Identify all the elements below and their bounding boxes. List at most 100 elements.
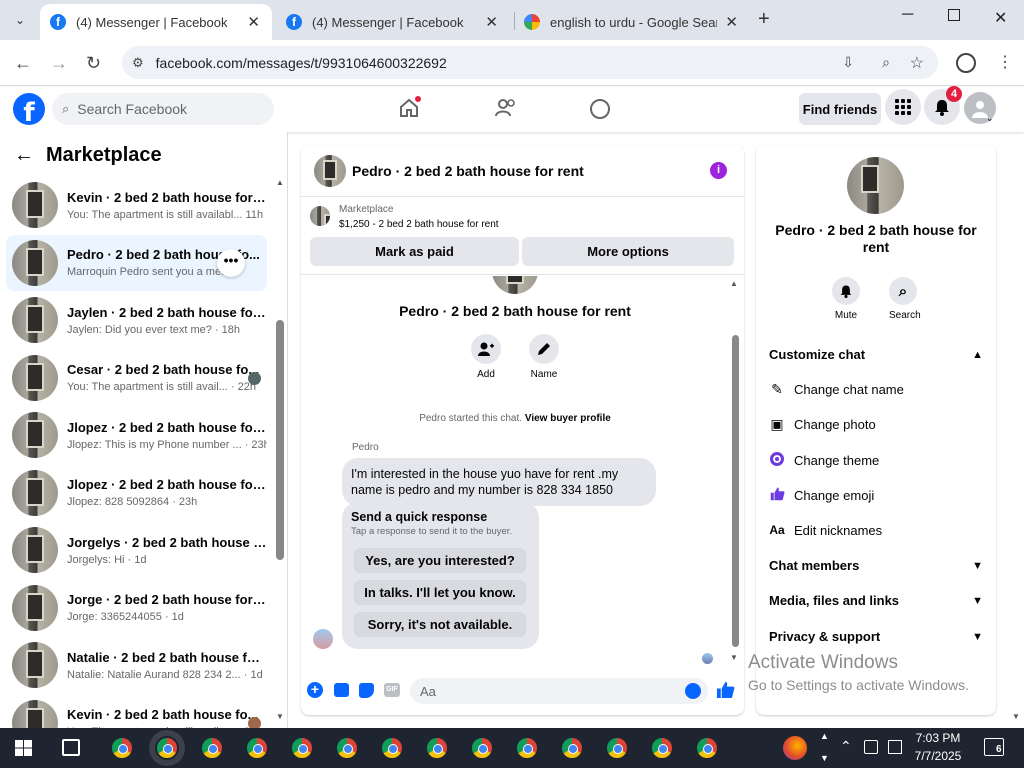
- thumbs-up-send-icon[interactable]: [716, 680, 735, 704]
- home-icon[interactable]: [398, 96, 421, 119]
- listing-thumbnail[interactable]: [314, 154, 346, 187]
- conversation-item[interactable]: Jorgelys · 2 bed 2 bath house fo... Jorge…: [6, 522, 267, 578]
- scroll-up-icon[interactable]: ▲: [276, 178, 284, 187]
- scroll-down-icon[interactable]: ▼: [276, 712, 284, 721]
- menu-grid-icon[interactable]: [885, 89, 921, 125]
- site-info-icon[interactable]: ⚙: [132, 55, 144, 71]
- menu-kebab-icon[interactable]: ⋮: [997, 52, 1013, 72]
- back-icon[interactable]: ←: [14, 53, 32, 74]
- conversation-item[interactable]: Jlopez · 2 bed 2 bath house for ... Jlope…: [6, 407, 267, 463]
- edit-nicknames-item[interactable]: Aa Edit nicknames: [768, 519, 986, 541]
- message-bubble[interactable]: I'm interested in the house yuo have for…: [342, 458, 656, 506]
- quick-reply-not-available-button[interactable]: Sorry, it's not available.: [354, 612, 526, 637]
- notification-center-icon[interactable]: 6: [984, 738, 1004, 756]
- gallery-icon[interactable]: [334, 683, 349, 697]
- media-files-section[interactable]: Media, files and links ▼: [769, 593, 983, 608]
- chrome-taskbar-icon[interactable]: [110, 736, 134, 760]
- forward-icon[interactable]: →: [50, 53, 68, 74]
- taskbar-scroll-up-icon[interactable]: ▲: [820, 731, 829, 741]
- listing-price[interactable]: $1,250 - 2 bed 2 bath house for rent: [339, 219, 499, 230]
- conversation-item[interactable]: Cesar · 2 bed 2 bath house fo... You: The…: [6, 350, 267, 406]
- sticker-icon[interactable]: [359, 683, 374, 698]
- reload-icon[interactable]: ↻: [86, 53, 101, 74]
- chat-scrollbar-thumb[interactable]: [732, 335, 739, 647]
- close-icon[interactable]: ✕: [247, 13, 260, 31]
- tab-messenger[interactable]: f (4) Messenger | Facebook ✕: [276, 4, 510, 40]
- mark-as-paid-button[interactable]: Mark as paid: [310, 237, 519, 266]
- windows-start-icon[interactable]: [15, 740, 32, 756]
- chrome-taskbar-icon[interactable]: [245, 736, 269, 760]
- scroll-up-icon[interactable]: ▲: [730, 279, 738, 288]
- network-icon[interactable]: [888, 740, 902, 754]
- notifications-bell-icon[interactable]: 4: [924, 86, 962, 125]
- conversation-item[interactable]: Jaylen · 2 bed 2 bath house for ... Jayle…: [6, 292, 267, 348]
- conversation-item[interactable]: Natalie · 2 bed 2 bath house for... Natal…: [6, 637, 267, 693]
- customize-chat-section[interactable]: Customize chat ▲: [769, 347, 983, 362]
- find-friends-button[interactable]: Find friends: [799, 93, 881, 125]
- chrome-taskbar-icon[interactable]: [650, 736, 674, 760]
- conversation-item[interactable]: Kevin · 2 bed 2 bath house for r... You: …: [6, 177, 267, 233]
- chrome-taskbar-icon[interactable]: [200, 736, 224, 760]
- mute-button[interactable]: Mute: [832, 277, 860, 321]
- add-people-button[interactable]: Add: [471, 334, 501, 380]
- emoji-icon[interactable]: [685, 683, 701, 699]
- plus-icon[interactable]: +: [307, 682, 323, 698]
- chrome-taskbar-icon[interactable]: [470, 736, 494, 760]
- task-view-icon[interactable]: [62, 739, 80, 756]
- change-chat-name-item[interactable]: ✎ Change chat name: [768, 378, 986, 400]
- facebook-logo-icon[interactable]: f: [13, 93, 45, 125]
- conversation-item[interactable]: Pedro · 2 bed 2 bath house fo... Marroqui…: [6, 234, 267, 291]
- clock-date[interactable]: 7/7/2025: [908, 749, 968, 763]
- close-icon[interactable]: ✕: [725, 13, 738, 31]
- conversation-item[interactable]: Jlopez · 2 bed 2 bath house for ... Jlope…: [6, 465, 267, 521]
- chrome-taskbar-icon[interactable]: [515, 736, 539, 760]
- chrome-taskbar-icon[interactable]: [560, 736, 584, 760]
- view-buyer-profile-link[interactable]: View buyer profile: [525, 413, 611, 424]
- more-options-icon[interactable]: •••: [217, 248, 245, 277]
- chrome-taskbar-icon[interactable]: [290, 736, 314, 760]
- taskbar-scroll-down-icon[interactable]: ▼: [820, 753, 829, 763]
- tray-chevron-icon[interactable]: ⌃: [840, 738, 852, 755]
- chrome-taskbar-icon[interactable]: [380, 736, 404, 760]
- message-input[interactable]: Aa: [410, 678, 708, 704]
- change-photo-item[interactable]: ▣ Change photo: [768, 413, 986, 435]
- bookmark-star-icon[interactable]: ☆: [910, 53, 924, 73]
- facebook-search-input[interactable]: ⌕ Search Facebook: [52, 93, 274, 125]
- conversation-item[interactable]: Kevin · 2 bed 2 bath house fo...You: The…: [6, 695, 267, 728]
- search-chat-button[interactable]: ⌕ Search: [889, 277, 921, 321]
- clock-time[interactable]: 7:03 PM: [910, 731, 966, 745]
- more-options-button[interactable]: More options: [522, 237, 734, 266]
- change-theme-item[interactable]: Change theme: [768, 449, 986, 471]
- tab-search-icon[interactable]: ⌄: [8, 9, 32, 31]
- restore-icon[interactable]: [948, 9, 960, 21]
- tray-device-icon[interactable]: [864, 740, 878, 754]
- window-close-icon[interactable]: ✕: [994, 8, 1007, 28]
- scrollbar-thumb[interactable]: [276, 320, 284, 560]
- info-icon[interactable]: i: [710, 162, 727, 179]
- zoom-icon[interactable]: ⌕: [882, 54, 890, 71]
- quick-reply-yes-button[interactable]: Yes, are you interested?: [354, 548, 526, 573]
- groups-icon[interactable]: [590, 99, 610, 119]
- chrome-taskbar-icon[interactable]: [425, 736, 449, 760]
- tab-google-search[interactable]: english to urdu - Google Search ✕: [514, 4, 750, 40]
- name-button[interactable]: Name: [529, 334, 559, 380]
- gif-icon[interactable]: GIF: [384, 683, 400, 697]
- chat-members-section[interactable]: Chat members ▼: [769, 558, 983, 573]
- install-icon[interactable]: ⇩: [842, 54, 854, 71]
- chevron-down-icon[interactable]: ⌄: [986, 113, 994, 124]
- tab-messenger-active[interactable]: f (4) Messenger | Facebook ✕: [40, 4, 272, 40]
- back-arrow-icon[interactable]: ←: [14, 144, 34, 167]
- conversation-item[interactable]: Jorge · 2 bed 2 bath house for r... Jorge…: [6, 580, 267, 636]
- scroll-down-icon[interactable]: ▼: [730, 653, 738, 662]
- new-tab-button[interactable]: +: [758, 8, 770, 31]
- minimize-icon[interactable]: ─: [902, 6, 913, 24]
- profile-icon[interactable]: [956, 53, 976, 73]
- page-scroll-down-icon[interactable]: ▼: [1012, 712, 1020, 721]
- chrome-taskbar-icon[interactable]: [695, 736, 719, 760]
- chrome-taskbar-icon[interactable]: [335, 736, 359, 760]
- privacy-support-section[interactable]: Privacy & support ▼: [769, 629, 983, 644]
- firefox-icon[interactable]: [783, 736, 807, 760]
- chrome-taskbar-icon[interactable]: [605, 736, 629, 760]
- close-icon[interactable]: ✕: [485, 13, 498, 31]
- chat-title[interactable]: Pedro · 2 bed 2 bath house for rent: [352, 163, 584, 179]
